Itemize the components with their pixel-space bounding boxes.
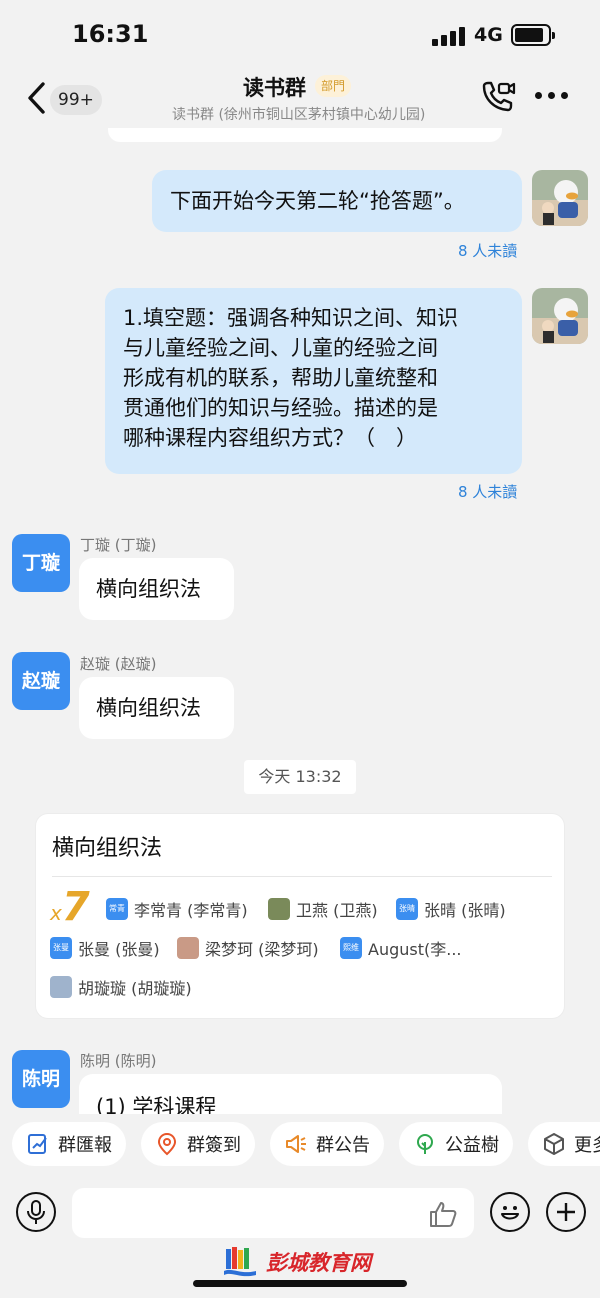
home-indicator[interactable] [193,1280,407,1287]
liker-name: 张晴 (张晴) [424,901,506,920]
message-bubble-incoming[interactable]: (1) 学科课程 [79,1074,502,1114]
liker[interactable]: 张晴 张晴 (张晴) [396,896,506,922]
message-input[interactable] [72,1188,474,1238]
thumbs-up-icon[interactable] [428,1200,458,1228]
shortcut-group-announcement[interactable]: 群公告 [270,1122,384,1166]
status-time: 16:31 [72,20,149,48]
liker-name: 胡璇璇 (胡璇璇) [78,979,192,998]
message-text: (1) 学科课程 [96,1095,217,1114]
location-pin-icon [157,1132,177,1156]
composer-bar [0,1178,600,1250]
message-text: 下面开始今天第二轮“抢答题”。 [170,189,465,213]
message-bubble-incoming[interactable]: 横向组织法 [79,677,234,739]
message-line: 贯通他们的知识与经验。描述的是 [123,396,438,420]
shortcut-more[interactable]: 更多 [528,1122,600,1166]
shortcut-group-report[interactable]: 群匯報 [12,1122,126,1166]
sender-name: 丁璇 (丁璇) [80,536,157,554]
shortcut-charity-tree[interactable]: 公益樹 [399,1122,513,1166]
liker[interactable]: 梁梦珂 (梁梦珂) [177,935,319,961]
watermark-text: 彭城教育网 [266,1251,371,1275]
message-list[interactable]: 下面开始今天第二轮“抢答题”。 8 人未讀 1.填空题：强调各种知识之间、知识 … [0,128,600,1114]
message-line: 哪种课程内容组织方式？（ ） [123,426,417,450]
liker-avatar: 熙维 [340,937,362,959]
liker-avatar [50,976,72,998]
cartoon-avatar-icon [532,288,588,344]
cube-icon [544,1133,564,1155]
watermark: 彭城教育网 [222,1244,371,1280]
status-bar: 16:31 4G [0,0,600,68]
plus-button[interactable] [546,1192,586,1232]
network-type: 4G [474,24,503,46]
chip-label: 公益樹 [445,1135,499,1156]
voice-input-button[interactable] [16,1192,56,1232]
member-avatar[interactable]: 丁璇 [12,534,70,592]
liker-name: 张曼 (张曼) [78,940,160,959]
plus-one-card[interactable]: 横向组织法 x7 常青 李常青 (李常青) 卫燕 (卫燕) 张晴 张晴 (张晴)… [36,814,564,1018]
plus-one-count: x7 [50,884,90,930]
liker-avatar [177,937,199,959]
liker-avatar: 常青 [106,898,128,920]
more-options-icon[interactable] [535,92,569,100]
liker-avatar [268,898,290,920]
message-text: 横向组织法 [96,696,201,720]
card-title: 横向组织法 [52,836,163,861]
chip-label: 群簽到 [187,1135,241,1156]
cartoon-avatar-icon [532,170,588,226]
my-avatar[interactable] [532,288,588,344]
unread-receipt[interactable]: 8 人未讀 [458,481,517,502]
megaphone-icon [286,1135,306,1153]
emoji-button[interactable] [490,1192,530,1232]
liker-avatar: 张晴 [396,898,418,920]
liker[interactable]: 卫燕 (卫燕) [268,896,378,922]
liker[interactable]: 胡璇璇 (胡璇璇) [50,974,192,1000]
back-chevron-icon[interactable] [22,80,52,116]
message-bubble-outgoing[interactable]: 下面开始今天第二轮“抢答题”。 [152,170,522,232]
message-line: 1.填空题：强调各种知识之间、知识 [123,306,459,330]
message-text: 横向组织法 [96,577,201,601]
message-bubble-incoming[interactable]: 横向组织法 [79,558,234,620]
report-icon [28,1134,47,1154]
message-line: 与儿童经验之间、儿童的经验之间 [123,336,438,360]
video-call-icon[interactable] [480,80,516,112]
emoji-icon [501,1206,519,1220]
group-subtitle: 读书群 (徐州市铜山区茅村镇中心幼儿园) [172,107,426,123]
unread-count-badge[interactable]: 99+ [50,85,102,115]
liker[interactable]: 张曼 张曼 (张曼) [50,935,160,961]
message-bubble-outgoing[interactable]: 1.填空题：强调各种知识之间、知识 与儿童经验之间、儿童的经验之间 形成有机的联… [105,288,522,474]
chip-label: 群匯報 [58,1135,112,1156]
previous-message-bubble [108,128,502,142]
time-divider: 今天 13:32 [244,760,356,794]
book-logo-icon [224,1247,256,1277]
shortcut-bar[interactable]: 群匯報 群簽到 群公告 公益樹 更多 [0,1120,600,1172]
message-line: 形成有机的联系，帮助儿童统整和 [123,366,438,390]
group-title[interactable]: 读书群 [243,72,306,102]
battery-icon [511,24,555,46]
card-divider [52,876,552,877]
chip-label: 更多 [574,1135,600,1156]
liker-name: August(李... [368,940,462,959]
liker[interactable]: 熙维 August(李... [340,935,462,961]
sender-name: 陈明 (陈明) [80,1052,157,1070]
member-avatar[interactable]: 赵璇 [12,652,70,710]
tree-icon [417,1134,433,1154]
plus-icon [557,1203,575,1221]
liker-name: 梁梦珂 (梁梦珂) [205,940,319,959]
unread-receipt[interactable]: 8 人未讀 [458,240,517,261]
cellular-signal-icon [432,26,466,46]
shortcut-group-checkin[interactable]: 群簽到 [141,1122,255,1166]
liker-avatar: 张曼 [50,937,72,959]
liker-name: 李常青 (李常青) [134,901,248,920]
liker[interactable]: 常青 李常青 (李常青) [106,896,248,922]
chat-header: 99+ 读书群 部門 读书群 (徐州市铜山区茅村镇中心幼儿园) [0,68,600,128]
member-avatar[interactable]: 陈明 [12,1050,70,1108]
department-tag: 部門 [315,75,352,97]
sender-name: 赵璇 (赵璇) [80,655,157,673]
liker-name: 卫燕 (卫燕) [296,901,378,920]
microphone-icon [27,1200,45,1224]
my-avatar[interactable] [532,170,588,226]
chip-label: 群公告 [316,1135,370,1156]
footer: 彭城教育网 [0,1247,600,1298]
